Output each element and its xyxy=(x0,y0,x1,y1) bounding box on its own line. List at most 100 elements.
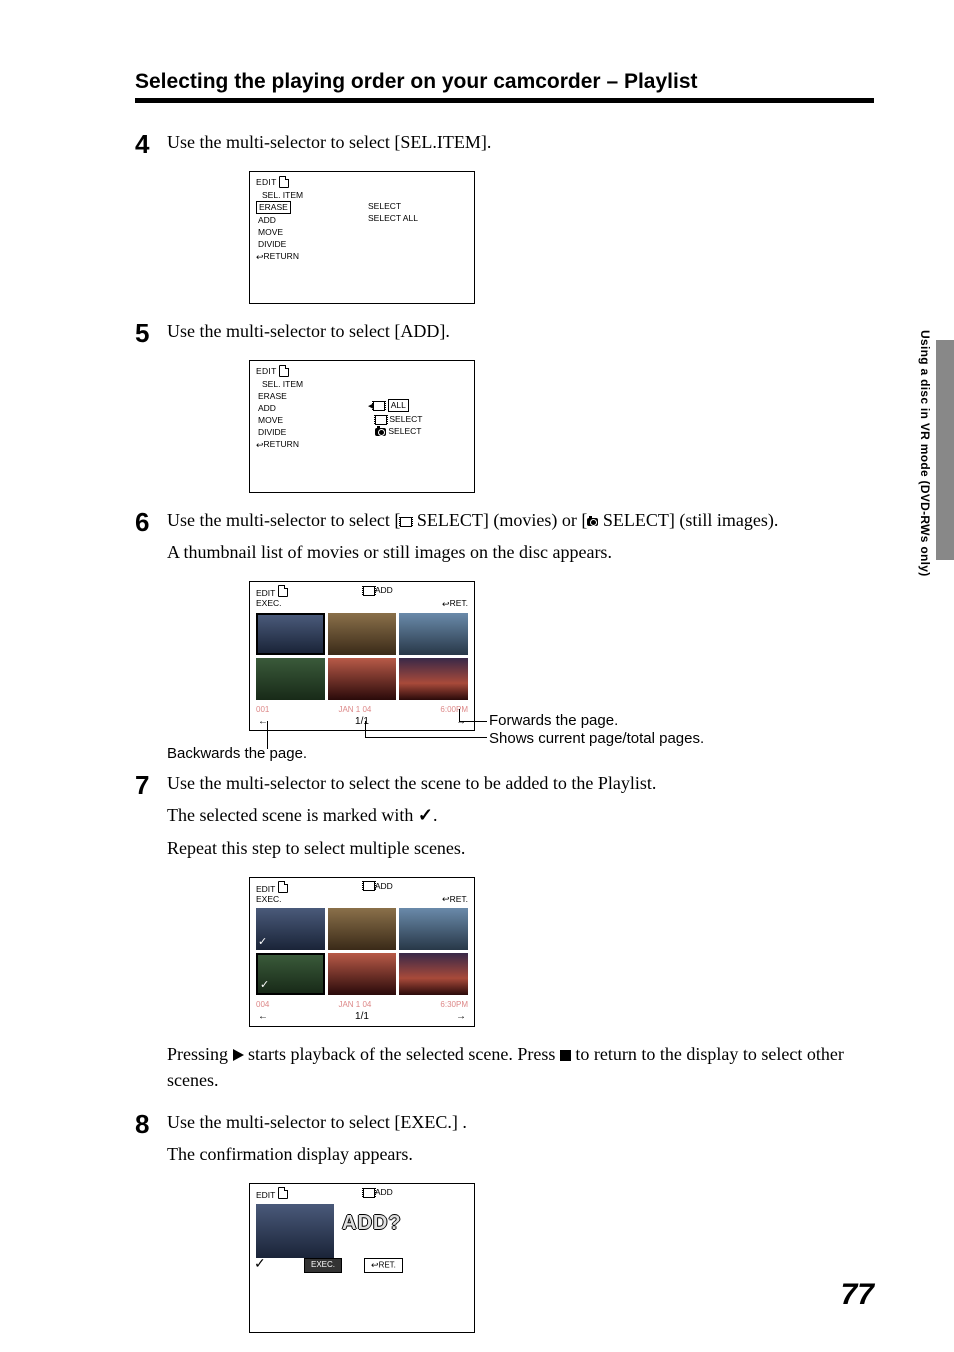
edit-label: EDIT xyxy=(256,177,277,187)
footer-right: 6:00PM xyxy=(440,705,468,714)
return-label: RETURN xyxy=(264,439,299,449)
callout-line xyxy=(459,721,487,722)
ret-label: ↩RET. xyxy=(442,894,468,905)
thumb-cell xyxy=(256,658,325,700)
thumb-grid xyxy=(250,610,474,703)
step-body: Use the multi-selector to select [ADD]. xyxy=(167,318,874,350)
step-6-sub: A thumbnail list of movies or still imag… xyxy=(167,539,874,565)
edit-text: EDIT xyxy=(256,1190,275,1200)
return-icon: ↩ xyxy=(442,599,450,610)
s7s3-pre: Pressing xyxy=(167,1044,233,1064)
menu-erase: ERASE xyxy=(256,201,468,214)
edit-label: EDIT xyxy=(256,881,288,894)
add-mode-label: ADD xyxy=(363,881,393,894)
s7s1-post: . xyxy=(433,805,438,825)
right-arrow-icon: → xyxy=(456,1011,466,1022)
step-5: 5 Use the multi-selector to select [ADD]… xyxy=(135,318,874,350)
menu-highlight: ERASE xyxy=(256,201,291,214)
footer-right: 6:30PM xyxy=(440,1000,468,1009)
edit-text: EDIT xyxy=(256,588,275,598)
section-title: Selecting the playing order on your camc… xyxy=(135,70,874,94)
thumb-cell: ✓ xyxy=(256,953,325,995)
add-screen-wrap: EDIT ADD ✓ ADD? EXEC. ↩RET. xyxy=(249,1183,874,1333)
exec-row: EXEC. ↩RET. xyxy=(250,598,474,609)
exec-button[interactable]: EXEC. xyxy=(304,1258,342,1273)
add-text: ADD xyxy=(375,1187,393,1197)
screen-1-wrap: EDIT SEL. ITEM ERASE ADD MOVE DIVIDE ↩RE… xyxy=(249,171,874,304)
thumb-cell xyxy=(328,613,397,655)
thumb-topbar: EDIT ADD xyxy=(250,582,474,598)
s6-pre: Use the multi-selector to select [ xyxy=(167,510,400,530)
edit-label: EDIT xyxy=(256,366,277,376)
step-body: Use the multi-selector to select the sce… xyxy=(167,770,874,866)
confirm-buttons: EXEC. ↩RET. xyxy=(304,1258,403,1273)
selected-thumb: ✓ xyxy=(256,1204,334,1258)
step-number: 6 xyxy=(135,509,167,535)
menu-erase: ERASE xyxy=(256,390,468,402)
thumb-cell: ✓ xyxy=(256,908,325,950)
callout-line xyxy=(365,737,487,738)
check-mark-icon: ✓ xyxy=(258,935,267,948)
select-label: SELECT xyxy=(389,414,422,424)
add-text: ADD xyxy=(375,881,393,891)
screen-2-wrap: EDIT SEL. ITEM ERASE ADD MOVE DIVIDE ↩RE… xyxy=(249,360,874,493)
add-text: ADD xyxy=(375,585,393,595)
edit-text: EDIT xyxy=(256,884,275,894)
menu-sel-item: SEL. ITEM xyxy=(256,189,468,201)
step-number: 5 xyxy=(135,320,167,346)
thumb-pager: ← 1/1 → xyxy=(250,716,474,730)
ret-button[interactable]: ↩RET. xyxy=(364,1258,403,1273)
r-row-select-movie: SELECT xyxy=(368,413,422,425)
add-question: ADD? xyxy=(342,1212,402,1235)
exec-label: EXEC. xyxy=(256,894,282,905)
screen-header: EDIT xyxy=(256,176,468,188)
thumb-cell xyxy=(399,658,468,700)
thumbnail-screen-2: EDIT ADD EXEC. ↩RET. ✓ ✓ 004 JAN 1 04 6:… xyxy=(249,877,475,1027)
page-number: 77 xyxy=(841,1278,874,1312)
s7s3-mid: starts playback of the selected scene. P… xyxy=(244,1044,560,1064)
add-confirm-screen: EDIT ADD ✓ ADD? EXEC. ↩RET. xyxy=(249,1183,475,1333)
screen-header: EDIT xyxy=(256,365,468,377)
footer-mid: JAN 1 04 xyxy=(338,705,371,714)
menu-add: ADD xyxy=(256,402,468,414)
step-body: Use the multi-selector to select [SEL.IT… xyxy=(167,129,874,161)
thumb-cell xyxy=(399,953,468,995)
film-icon xyxy=(373,401,385,411)
check-icon: ✓ xyxy=(418,805,433,825)
step-7-sub2: Repeat this step to select multiple scen… xyxy=(167,835,874,861)
menu-list: SEL. ITEM ERASE ADD MOVE DIVIDE ↩RETURN xyxy=(256,189,468,263)
thumb-2-wrap: EDIT ADD EXEC. ↩RET. ✓ ✓ 004 JAN 1 04 6:… xyxy=(249,877,874,1027)
camera-icon xyxy=(587,518,598,526)
footer-left: 001 xyxy=(256,705,269,714)
thumb-pager: ← 1/1 → xyxy=(250,1011,474,1025)
film-icon xyxy=(375,415,387,425)
film-icon xyxy=(363,586,375,596)
ret-label: ↩RET. xyxy=(442,598,468,609)
step-body: Use the multi-selector to select [EXEC.]… xyxy=(167,1109,874,1173)
footer-left: 004 xyxy=(256,1000,269,1009)
thumbnail-screen-1: EDIT ADD EXEC. ↩RET. 001 JAN 1 04 6:00PM xyxy=(249,581,475,731)
side-tab xyxy=(936,340,954,560)
callout-backwards: Backwards the page. xyxy=(167,745,874,762)
thumb-cell xyxy=(399,908,468,950)
ret-text: RET. xyxy=(379,1261,396,1270)
menu-sel-item: SEL. ITEM xyxy=(256,378,468,390)
right-column: SELECT SELECT ALL xyxy=(368,200,418,224)
step-6: 6 Use the multi-selector to select [ SEL… xyxy=(135,507,874,571)
callout-forwards: Forwards the page. xyxy=(489,712,618,729)
exec-row: EXEC. ↩RET. xyxy=(250,894,474,905)
disc-icon xyxy=(279,176,289,188)
callout-line xyxy=(267,721,268,749)
add-mode-label: ADD xyxy=(363,1187,393,1200)
film-icon xyxy=(363,1188,375,1198)
disc-icon xyxy=(278,881,288,893)
menu-return: ↩RETURN xyxy=(256,438,468,451)
stop-icon xyxy=(560,1050,571,1061)
step-4-text: Use the multi-selector to select [SEL.IT… xyxy=(167,129,874,155)
step-8-sub: The confirmation display appears. xyxy=(167,1141,874,1167)
thumb-cell xyxy=(328,658,397,700)
film-icon xyxy=(363,881,375,891)
s6-post: SELECT] (still images). xyxy=(598,510,778,530)
side-text: Using a disc in VR mode (DVD-RWs only) xyxy=(918,330,932,577)
play-icon xyxy=(233,1049,244,1061)
